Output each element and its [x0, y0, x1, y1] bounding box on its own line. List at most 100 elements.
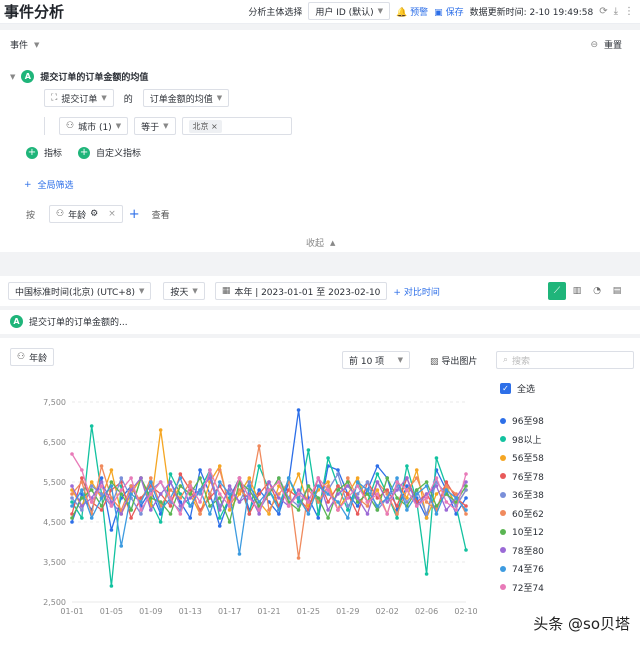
event-select[interactable]: ⛶ 提交订单 ▼ [44, 89, 114, 107]
refresh-icon[interactable]: ⟳ [599, 6, 607, 17]
y-tick-label: 2,500 [43, 598, 66, 607]
data-point [109, 504, 114, 508]
data-point [434, 484, 439, 488]
legend-item[interactable]: 76至78 [500, 470, 544, 483]
data-point [434, 492, 439, 496]
data-point [385, 476, 390, 480]
data-point [257, 508, 261, 512]
select-all-checkbox[interactable]: ✓ 全选 [500, 382, 535, 395]
global-filter-button[interactable]: + 全局筛选 [24, 178, 74, 192]
data-point [158, 428, 163, 432]
legend-item[interactable]: 56至58 [500, 451, 544, 464]
topn-select[interactable]: 前 10 项 ▼ [342, 351, 410, 369]
data-point [424, 516, 429, 520]
y-tick-label: 5,500 [43, 478, 66, 487]
legend-item[interactable]: 74至76 [500, 562, 544, 575]
filter-value-input[interactable]: 北京 × [181, 117, 292, 135]
calendar-icon: ▦ [221, 286, 231, 296]
legend-item[interactable]: 36至38 [500, 488, 544, 501]
data-point [158, 500, 163, 504]
data-point [336, 472, 340, 476]
plus-icon: + [24, 179, 32, 190]
save-button[interactable]: ▣ 保存 [434, 5, 463, 18]
line-chart-icon[interactable]: ⟋ [548, 282, 566, 300]
download-icon[interactable]: ⤓ [614, 6, 618, 17]
data-point [89, 488, 94, 492]
legend-item[interactable]: 98以上 [500, 433, 541, 446]
series-badge-a: A [21, 70, 35, 83]
filter-op-select[interactable]: 等于 ▼ [134, 117, 176, 135]
data-point [355, 484, 360, 488]
data-point [336, 500, 340, 504]
data-point [277, 512, 281, 516]
pie-chart-icon[interactable]: ◔ [588, 282, 606, 300]
date-range-picker[interactable]: ▦ 本年 | 2023-01-01 至 2023-02-10 [214, 282, 388, 300]
top-bar: 事件分析 分析主体选择 用户 ID (默认) ▼ 🔔 预警 ▣ 保存 数据更新时… [0, 0, 640, 24]
series-chip[interactable]: A 提交订单的订单金额的... [10, 315, 128, 328]
chevron-down-icon[interactable]: ▼ [10, 73, 15, 81]
group-toggle-button[interactable]: ⚇ 年龄 [10, 348, 55, 366]
legend-item[interactable]: 10至12 [500, 525, 544, 538]
data-point [80, 496, 84, 500]
data-point [109, 584, 114, 588]
view-button[interactable]: 查看 [152, 208, 170, 221]
add-custom-metric-button[interactable]: + 自定义指标 [78, 146, 141, 159]
data-point [385, 512, 390, 516]
close-icon[interactable]: × [211, 122, 218, 131]
data-point [109, 484, 114, 488]
aggregation-select[interactable]: 订单金额的均值 ▼ [142, 89, 230, 107]
data-point [99, 492, 104, 496]
compare-time-button[interactable]: + 对比时间 [393, 285, 439, 298]
group-field-chip[interactable]: ⚇ 年龄 ⚙ × [49, 205, 123, 223]
legend-item[interactable]: 60至62 [500, 507, 544, 520]
legend-dot [500, 417, 506, 424]
timezone-select[interactable]: 中国标准时间(北京) (UTC+8) ▼ [8, 282, 152, 300]
events-label: 事件 [10, 41, 29, 51]
data-point [178, 512, 183, 516]
data-point [296, 488, 301, 492]
filter-value: 北京 [192, 121, 209, 131]
data-point [385, 488, 390, 492]
data-point [414, 492, 419, 496]
data-point [227, 508, 232, 512]
x-tick-label: 01-17 [218, 607, 241, 616]
subject-select[interactable]: 用户 ID (默认) ▼ [308, 2, 391, 20]
data-point [286, 476, 291, 480]
legend-item[interactable]: 78至80 [500, 544, 544, 557]
add-metrics-row: + 指标 + 自定义指标 [26, 146, 141, 159]
more-icon[interactable]: ⋮ [624, 6, 634, 17]
topn-value: 前 10 项 [349, 356, 385, 367]
data-point [405, 476, 409, 480]
metric-row: ▼ A 提交订单的订单金额的均值 [10, 70, 148, 83]
bar-chart-icon[interactable]: ▥ [568, 282, 586, 300]
legend-label: 72至74 [512, 583, 544, 594]
alert-button[interactable]: 🔔 预警 [396, 5, 428, 18]
filter-field-select[interactable]: ⚇ 城市 (1) ▼ [59, 117, 129, 135]
filter-divider [44, 117, 45, 135]
legend-search-input[interactable]: ⌕ 搜索 [496, 351, 634, 369]
data-point [375, 504, 380, 508]
export-image-button[interactable]: ▨ 导出图片 [430, 354, 477, 367]
metric-name[interactable]: 提交订单的订单金额的均值 [40, 70, 148, 83]
add-metric-button[interactable]: + 指标 [26, 146, 62, 159]
legend-item[interactable]: 72至74 [500, 581, 544, 594]
data-point [395, 496, 399, 500]
data-point [444, 488, 449, 492]
collapse-button[interactable]: 收起 ▲ [306, 236, 335, 250]
data-point [217, 464, 222, 468]
data-point [326, 484, 330, 488]
series-label: 提交订单的订单金额的... [29, 318, 128, 328]
x-tick-label: 01-29 [336, 607, 359, 616]
granularity-select[interactable]: 按天 ▼ [163, 282, 205, 300]
data-point [139, 500, 143, 504]
data-point [267, 480, 271, 484]
data-point [158, 492, 163, 496]
data-point [257, 500, 261, 504]
gear-icon[interactable]: ⚙ [90, 209, 98, 219]
events-header[interactable]: 事件 ▼ [10, 38, 39, 52]
add-group-button[interactable]: + [129, 207, 140, 222]
close-icon[interactable]: × [108, 209, 116, 219]
reset-button[interactable]: ⊖ 重置 [590, 38, 622, 52]
table-icon[interactable]: ▤ [608, 282, 626, 300]
legend-item[interactable]: 96至98 [500, 414, 544, 427]
